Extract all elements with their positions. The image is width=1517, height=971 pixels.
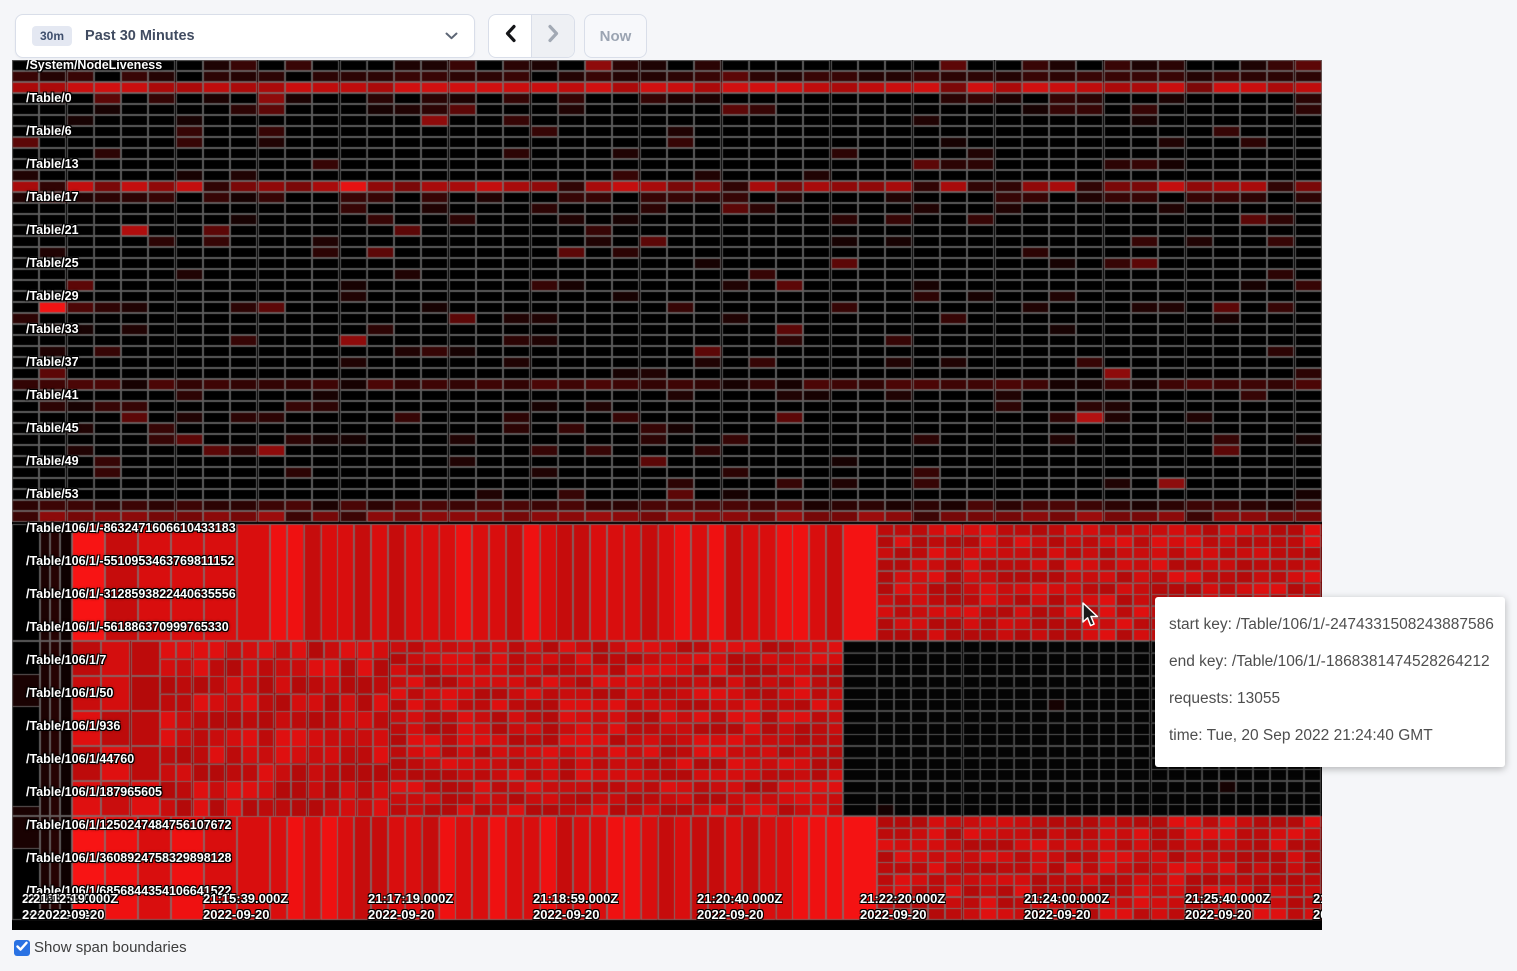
time-window-label: Past 30 Minutes — [85, 28, 432, 44]
show-span-boundaries-checkbox[interactable] — [14, 940, 30, 956]
tooltip-start-key: start key: /Table/106/1/-247433150824388… — [1169, 606, 1491, 643]
now-button[interactable]: Now — [584, 14, 647, 58]
time-forward-button[interactable] — [531, 15, 574, 57]
chevron-right-icon — [547, 24, 560, 48]
time-nav-group — [488, 14, 575, 58]
time-window-select[interactable]: 30m Past 30 Minutes — [15, 14, 475, 58]
tooltip-end-key: end key: /Table/106/1/-18683814745282642… — [1169, 643, 1491, 680]
time-window-badge: 30m — [32, 26, 72, 46]
tooltip-time: time: Tue, 20 Sep 2022 21:24:40 GMT — [1169, 717, 1491, 754]
key-visualizer-page: 30m Past 30 Minutes Now /System/NodeLive… — [0, 0, 1517, 971]
checkmark-icon — [16, 939, 28, 957]
chevron-down-icon — [445, 27, 458, 45]
heatmap-tooltip: start key: /Table/106/1/-247433150824388… — [1155, 597, 1505, 767]
show-span-boundaries-label: Show span boundaries — [34, 939, 187, 956]
tooltip-requests: requests: 13055 — [1169, 680, 1491, 717]
key-visualizer-heatmap[interactable]: /System/NodeLiveness/Table/0/Table/6/Tab… — [12, 60, 1322, 930]
footer-controls: Show span boundaries — [14, 939, 187, 956]
chevron-left-icon — [504, 24, 517, 48]
time-back-button[interactable] — [489, 15, 531, 57]
heatmap-canvas[interactable] — [12, 60, 1322, 930]
